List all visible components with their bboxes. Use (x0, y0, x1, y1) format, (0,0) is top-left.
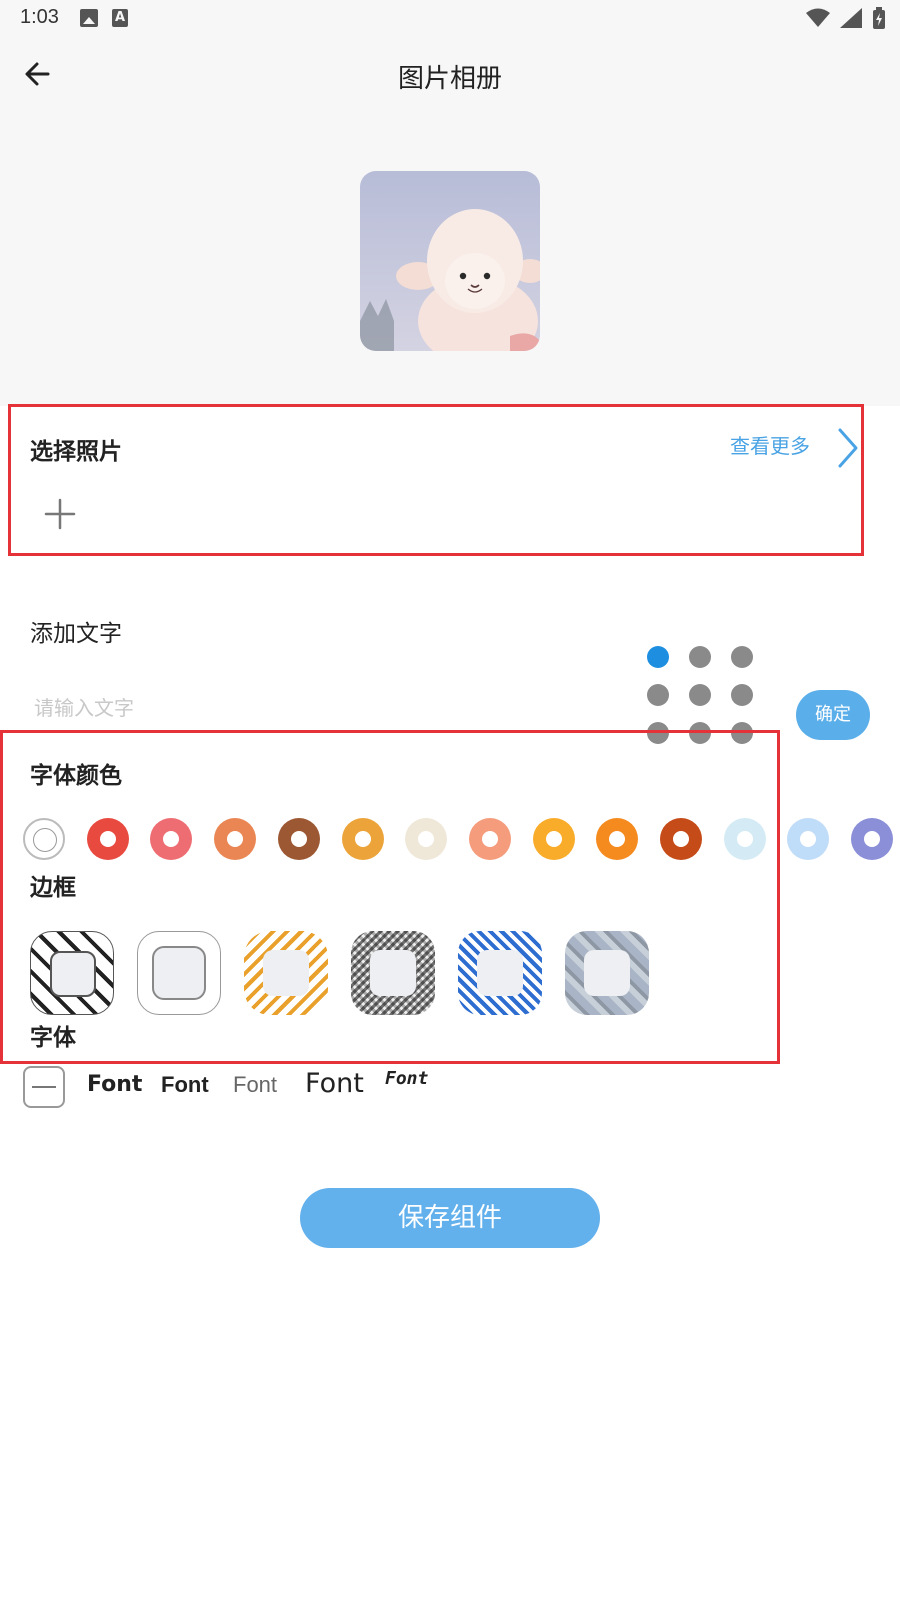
font-option-5[interactable]: Font (385, 1068, 428, 1089)
album-preview-image (360, 171, 540, 351)
align-top-right[interactable] (731, 646, 753, 668)
font-color-swatches (23, 818, 900, 862)
color-swatch-orange-peach[interactable] (214, 818, 257, 860)
status-icons-left: A (80, 9, 128, 27)
color-swatch-lavender[interactable] (851, 818, 894, 860)
align-middle-right[interactable] (731, 684, 753, 706)
font-option-2[interactable]: Font (161, 1072, 209, 1098)
wifi-icon (806, 8, 830, 27)
font-a-icon: A (112, 9, 128, 27)
photo-section-title: 选择照片 (30, 439, 122, 465)
status-bar: 1:03 A (0, 0, 900, 36)
text-section-title: 添加文字 (30, 621, 122, 647)
align-bottom-left[interactable] (647, 722, 669, 744)
align-bottom-center[interactable] (689, 722, 711, 744)
align-middle-center[interactable] (689, 684, 711, 706)
highlight-box-photo (8, 404, 864, 556)
color-swatch-none[interactable] (23, 818, 65, 860)
font-title: 字体 (30, 1025, 76, 1051)
color-swatch-cream[interactable] (405, 818, 448, 860)
color-swatch-light-blue[interactable] (787, 818, 830, 860)
border-option-blue-gingham[interactable] (458, 931, 542, 1015)
color-swatch-red[interactable] (86, 818, 129, 860)
color-swatch-pink-red[interactable] (150, 818, 193, 860)
plus-icon[interactable] (40, 494, 80, 534)
content-card: 选择照片 查看更多 添加文字 确定 字体颜色 边框 字体 Font (0, 404, 900, 1600)
status-time: 1:03 (20, 6, 59, 28)
font-option-3[interactable]: Font (233, 1072, 277, 1098)
text-alignment-grid (647, 646, 753, 744)
view-more-link[interactable]: 查看更多 (730, 430, 810, 459)
status-icons-right (806, 7, 886, 29)
border-option-black-stripes[interactable] (30, 931, 114, 1015)
font-color-title: 字体颜色 (30, 763, 122, 789)
border-option-gray-blue[interactable] (565, 931, 649, 1015)
align-middle-left[interactable] (647, 684, 669, 706)
border-option-gray-plaid[interactable] (351, 931, 435, 1015)
align-top-center[interactable] (689, 646, 711, 668)
color-swatch-brown[interactable] (277, 818, 320, 860)
color-swatch-rust[interactable] (660, 818, 702, 860)
color-swatch-yellow-orange[interactable] (532, 818, 575, 860)
border-title: 边框 (30, 875, 76, 901)
font-option-1[interactable]: Font (87, 1072, 142, 1097)
font-none-option[interactable] (23, 1066, 65, 1108)
border-option-plain[interactable] (137, 931, 221, 1015)
page-title: 图片相册 (397, 64, 502, 94)
header: 图片相册 (0, 36, 900, 406)
align-bottom-right[interactable] (731, 722, 753, 744)
color-swatch-pale-blue[interactable] (723, 818, 766, 860)
battery-icon (873, 7, 885, 29)
signal-icon (840, 8, 862, 28)
confirm-button[interactable]: 确定 (796, 690, 870, 740)
font-options: Font Font Font Font Font (23, 1066, 883, 1110)
align-top-left[interactable] (647, 646, 669, 668)
color-swatch-orange[interactable] (596, 818, 639, 860)
color-swatch-salmon[interactable] (468, 818, 511, 860)
text-input[interactable] (34, 688, 594, 728)
border-option-orange-stripes[interactable] (244, 931, 328, 1015)
chevron-right-icon[interactable] (834, 426, 862, 470)
save-component-button[interactable]: 保存组件 (300, 1188, 600, 1248)
font-option-4[interactable]: Font (305, 1068, 364, 1099)
image-icon (80, 9, 98, 27)
color-swatch-amber[interactable] (341, 818, 384, 860)
